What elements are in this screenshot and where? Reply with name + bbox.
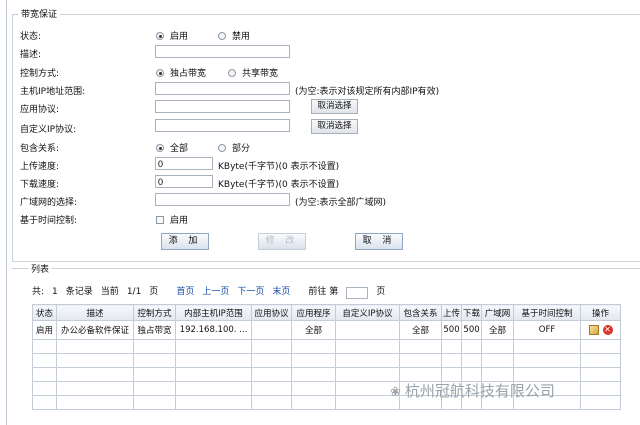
pager-goto-label: 前往 第 [308, 287, 339, 297]
watermark: ❀ 杭州冠航科技有限公司 [390, 380, 555, 401]
pager-page-label: 页 [149, 287, 159, 297]
pager-first-link[interactable]: 首页 [176, 287, 194, 297]
include-label: 包含关系: [20, 144, 60, 154]
status-label: 状态: [20, 32, 42, 42]
table-cell: OFF [513, 320, 582, 340]
shared-bandwidth-label: 共享带宽 [242, 69, 279, 79]
column-header: 描述 [56, 304, 134, 321]
include-partial-radio[interactable] [218, 144, 227, 152]
delete-icon[interactable]: ✕ [602, 324, 613, 335]
column-header: 状态 [32, 304, 57, 321]
operation-cell: ✕ [580, 320, 622, 340]
table-row: 启用 办公必备软件保证 独占带宽 192.168.100. ... 全部 全部 … [32, 320, 622, 340]
table-cell [335, 320, 400, 340]
custom-ip-protocol-input[interactable] [155, 119, 290, 132]
table-cell: 办公必备软件保证 [56, 320, 134, 340]
pager: 共: 1 条记录 当前 1/1 页 首页 上一页 下一页 末页 前往 第 页 [32, 284, 393, 299]
time-control-checkbox-label: 启用 [170, 216, 189, 226]
app-protocol-clear-button[interactable]: 取消选择 [311, 99, 358, 114]
custom-ip-protocol-clear-button[interactable]: 取消选择 [311, 119, 358, 134]
app-protocol-label: 应用协议: [20, 105, 60, 115]
control-mode-label: 控制方式: [20, 69, 60, 79]
column-header: 自定义IP协议 [335, 304, 400, 321]
bandwidth-section [12, 14, 640, 262]
status-disable-label: 禁用 [232, 32, 251, 42]
table-cell: 全部 [291, 320, 336, 340]
download-input[interactable] [155, 175, 213, 188]
pager-total-label: 共: [32, 287, 45, 297]
list-divider [12, 268, 640, 269]
status-radio-group: 启用 禁用 [156, 29, 280, 42]
time-control-checkbox[interactable] [156, 216, 164, 224]
pager-records-label: 条记录 [65, 287, 93, 297]
wechat-icon: ❀ [390, 385, 401, 400]
upload-note: KByte(千字节)(0 表示不设置) [218, 162, 340, 172]
pager-next-link[interactable]: 下一页 [237, 287, 264, 297]
watermark-text: 杭州冠航科技有限公司 [404, 382, 555, 400]
pager-prev-link[interactable]: 上一页 [202, 287, 229, 297]
table-cell: 500 [461, 320, 483, 340]
edit-icon[interactable] [588, 324, 599, 335]
table-row [32, 339, 622, 354]
modify-button[interactable]: 修 改 [258, 233, 306, 250]
upload-label: 上传速度: [20, 162, 60, 172]
table-cell: 全部 [399, 320, 442, 340]
description-input[interactable] [155, 45, 290, 58]
exclusive-bandwidth-label: 独占带宽 [170, 69, 207, 79]
wan-note: (为空:表示全部广域网) [295, 198, 387, 208]
pager-goto-input[interactable] [346, 286, 369, 299]
include-radio-group: 全部 部分 [156, 141, 280, 154]
wan-label: 广域网的选择: [20, 198, 78, 208]
pager-total: 1 [52, 287, 58, 297]
ip-range-input[interactable] [155, 82, 290, 95]
status-enable-radio[interactable] [156, 32, 164, 40]
column-header: 内部主机IP范围 [175, 304, 252, 321]
wan-input[interactable] [155, 193, 290, 206]
column-header: 基于时间控制 [513, 304, 582, 321]
upload-input[interactable] [155, 157, 213, 170]
table-cell: 全部 [481, 320, 515, 340]
include-all-label: 全部 [170, 144, 189, 154]
column-header: 广域网 [481, 304, 515, 321]
column-header: 应用协议 [251, 304, 292, 321]
pager-page-info: 1/1 [126, 287, 142, 297]
time-control-label: 基于时间控制: [20, 216, 78, 226]
table-cell: 500 [440, 320, 463, 340]
section-title: 带宽保证 [18, 7, 61, 20]
table-header-row: 状态 描述 控制方式 内部主机IP范围 应用协议 应用程序 自定义IP协议 包含… [32, 304, 622, 321]
status-disable-radio[interactable] [218, 32, 227, 40]
column-header: 上传 [440, 304, 463, 321]
column-header: 下载 [461, 304, 483, 321]
pager-current-label: 当前 [100, 287, 119, 297]
list-title: 列表 [28, 262, 53, 275]
ip-range-note: (为空:表示对该规定所有内部IP有效) [295, 87, 440, 97]
table-cell: 独占带宽 [133, 320, 176, 340]
custom-ip-protocol-label: 自定义IP协议: [20, 125, 77, 135]
exclusive-bandwidth-radio[interactable] [156, 69, 164, 77]
add-button[interactable]: 添 加 [161, 233, 209, 250]
cancel-button[interactable]: 取 消 [355, 233, 403, 250]
description-label: 描述: [20, 50, 42, 60]
pager-last-link[interactable]: 末页 [272, 287, 290, 297]
pager-goto-suffix: 页 [376, 287, 386, 297]
column-header: 控制方式 [133, 304, 176, 321]
time-control-group: 启用 [156, 213, 218, 226]
ip-range-label: 主机IP地址范围: [20, 87, 86, 97]
app-protocol-input[interactable] [155, 100, 290, 113]
include-all-radio[interactable] [156, 144, 164, 152]
shared-bandwidth-radio[interactable] [228, 69, 237, 77]
control-mode-radio-group: 独占带宽 共享带宽 [156, 66, 308, 79]
column-header: 包含关系 [399, 304, 442, 321]
table-cell: 启用 [32, 320, 57, 340]
table-row [32, 353, 622, 368]
include-partial-label: 部分 [232, 144, 251, 154]
table-cell: 192.168.100. ... [175, 320, 252, 340]
column-header: 应用程序 [291, 304, 336, 321]
download-note: KByte(千字节)(0 表示不设置) [218, 180, 340, 190]
column-header: 操作 [580, 304, 622, 321]
download-label: 下载速度: [20, 180, 60, 190]
status-enable-label: 启用 [170, 32, 189, 42]
table-cell [251, 320, 292, 340]
